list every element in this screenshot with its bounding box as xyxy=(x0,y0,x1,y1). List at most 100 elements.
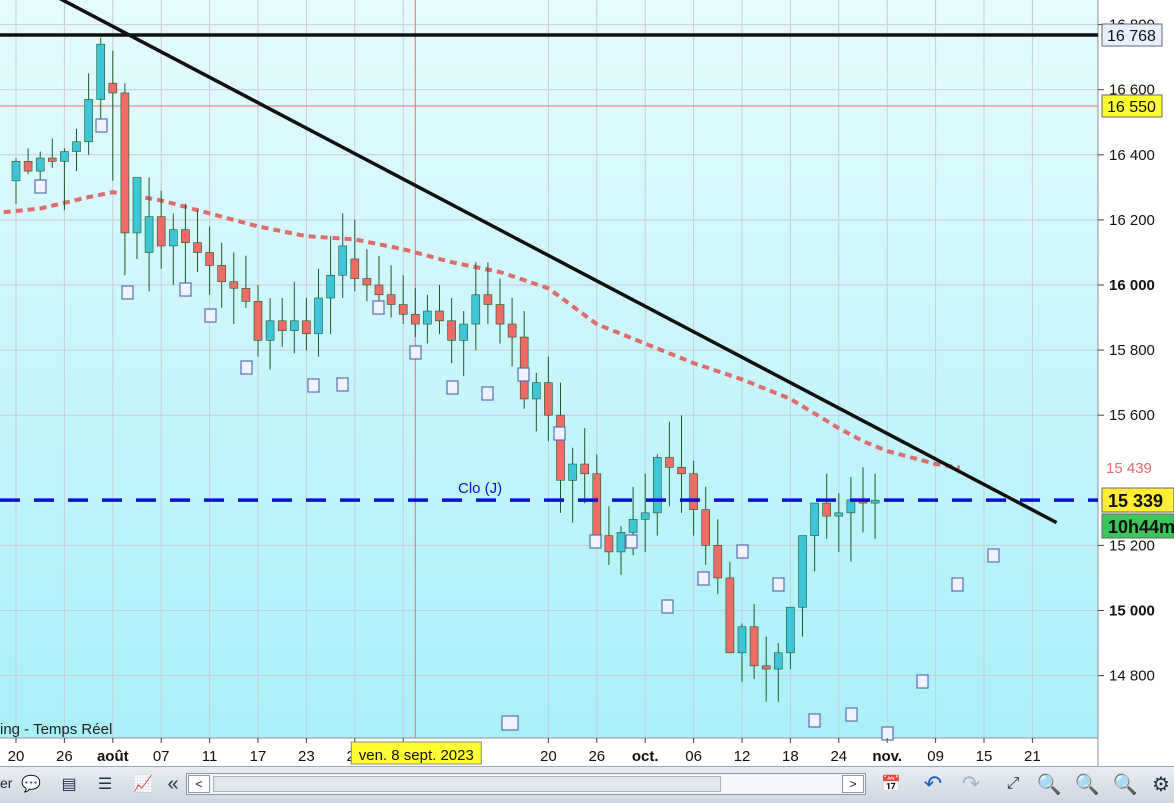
news-marker-icon xyxy=(95,118,108,133)
y-tick-label: 16 400 xyxy=(1109,147,1155,164)
candle-up xyxy=(616,532,626,553)
x-tick-label: 26 xyxy=(588,748,605,765)
calendar-icon[interactable]: 📅 xyxy=(878,771,904,797)
chat-icon[interactable]: 💬 xyxy=(18,771,44,797)
x-tick-label: 20 xyxy=(8,748,25,765)
candle-up xyxy=(628,519,638,533)
candle-up xyxy=(289,320,299,331)
candle-up xyxy=(471,294,481,325)
x-tick-label: nov. xyxy=(872,748,902,765)
candle-down xyxy=(713,545,723,579)
zoom-in-icon[interactable]: 🔍 xyxy=(1112,771,1138,797)
candle-up xyxy=(72,141,81,152)
time-scrollbar[interactable]: < > xyxy=(186,773,866,795)
news-marker-icon xyxy=(34,179,47,194)
candle-up xyxy=(568,463,577,481)
scroll-thumb[interactable] xyxy=(213,776,721,792)
candle-up xyxy=(338,245,348,276)
candle-down xyxy=(580,463,590,475)
candle-up xyxy=(652,457,662,514)
news-marker-icon xyxy=(240,360,253,375)
candle-down xyxy=(241,287,251,302)
news-marker-icon xyxy=(179,282,192,297)
redo-icon[interactable]: ↷ xyxy=(958,771,984,797)
news-marker-icon xyxy=(625,534,638,549)
x-tick-label: 20 xyxy=(540,748,557,765)
x-tick-label: 06 xyxy=(685,748,702,765)
candle-down xyxy=(181,229,190,243)
y-tick-label: 15 000 xyxy=(1109,603,1155,620)
news-marker-icon xyxy=(661,599,674,614)
candle-up xyxy=(35,157,45,172)
news-marker-icon xyxy=(916,674,929,689)
candle-up xyxy=(459,323,469,341)
candle-up xyxy=(531,382,541,400)
price-chart[interactable]: Clo (J)ing - Temps Réel16 80016 60016 40… xyxy=(0,0,1174,766)
nav-left-arrows[interactable]: « xyxy=(160,771,186,797)
news-marker-icon xyxy=(808,713,821,728)
candle-up xyxy=(169,229,178,247)
candle-down xyxy=(350,258,360,279)
zoom-out-icon[interactable]: 🔍 xyxy=(1074,771,1100,797)
news-marker-icon xyxy=(589,534,602,549)
settings-icon[interactable]: ⚙ xyxy=(1148,771,1174,797)
bottom-toolbar: er 💬 ▤ ☰ 📈 « < > 📅 ↶ ↷ ⤢ 🔍 🔍 🔍 ⚙ xyxy=(0,766,1174,803)
candle-up xyxy=(834,512,844,517)
candle-down xyxy=(156,216,166,247)
countdown-timer-label: 10h44m xyxy=(1108,517,1174,537)
news-marker-icon xyxy=(204,308,217,323)
candle-up xyxy=(773,652,783,670)
crosshair-date-label: ven. 8 sept. 2023 xyxy=(359,747,474,764)
candle-down xyxy=(592,473,602,536)
y-tick-label: 16 000 xyxy=(1109,277,1155,294)
candle-up xyxy=(423,310,432,325)
drawing-tools-icon[interactable]: ☰ xyxy=(92,771,118,797)
chart-type-icon[interactable]: 📈 xyxy=(130,771,156,797)
x-tick-label: 17 xyxy=(250,748,267,765)
candle-up xyxy=(786,606,795,654)
candle-down xyxy=(302,320,311,335)
undo-icon[interactable]: ↶ xyxy=(920,771,946,797)
scroll-right-button[interactable]: > xyxy=(842,775,864,793)
zoom-auto-icon[interactable]: ⤢ xyxy=(1000,771,1026,797)
candle-up xyxy=(265,320,275,341)
candle-down xyxy=(108,82,118,94)
candle-down xyxy=(120,92,130,234)
candle-down xyxy=(374,284,384,296)
news-marker-icon xyxy=(307,378,320,393)
event-calendar-icon xyxy=(501,715,519,731)
y-tick-label: 16 200 xyxy=(1109,212,1155,229)
candle-down xyxy=(277,320,287,331)
x-tick-label: 24 xyxy=(830,748,847,765)
candle-up xyxy=(314,297,323,335)
x-tick-label: 23 xyxy=(298,748,315,765)
candle-up xyxy=(326,274,335,299)
news-marker-icon xyxy=(372,300,385,315)
candle-up xyxy=(737,626,747,654)
news-marker-icon xyxy=(121,285,134,300)
candle-down xyxy=(556,414,565,481)
scroll-left-button[interactable]: < xyxy=(188,775,210,793)
close-line-label: Clo (J) xyxy=(458,480,502,497)
news-marker-icon xyxy=(409,345,422,360)
candle-up xyxy=(84,99,93,143)
moving-average-value-label: 15 439 xyxy=(1106,460,1152,477)
indicators-icon[interactable]: ▤ xyxy=(56,771,82,797)
y-tick-label: 15 800 xyxy=(1109,342,1155,359)
candle-down xyxy=(229,281,239,289)
support-level-label: 16 768 xyxy=(1107,28,1156,45)
candle-up xyxy=(96,43,105,100)
candle-down xyxy=(483,294,493,305)
x-tick-label: 12 xyxy=(734,748,751,765)
x-tick-label: 15 xyxy=(976,748,993,765)
candle-up xyxy=(132,177,142,234)
candle-up xyxy=(640,512,650,520)
candle-down xyxy=(386,294,396,305)
candle-down xyxy=(47,157,57,162)
zoom-reset-icon[interactable]: 🔍 xyxy=(1036,771,1062,797)
candle-down xyxy=(217,265,226,283)
x-tick-label: août xyxy=(97,748,129,765)
candle-down xyxy=(677,466,686,475)
candle-down xyxy=(205,252,214,266)
x-tick-label: 11 xyxy=(202,748,218,765)
